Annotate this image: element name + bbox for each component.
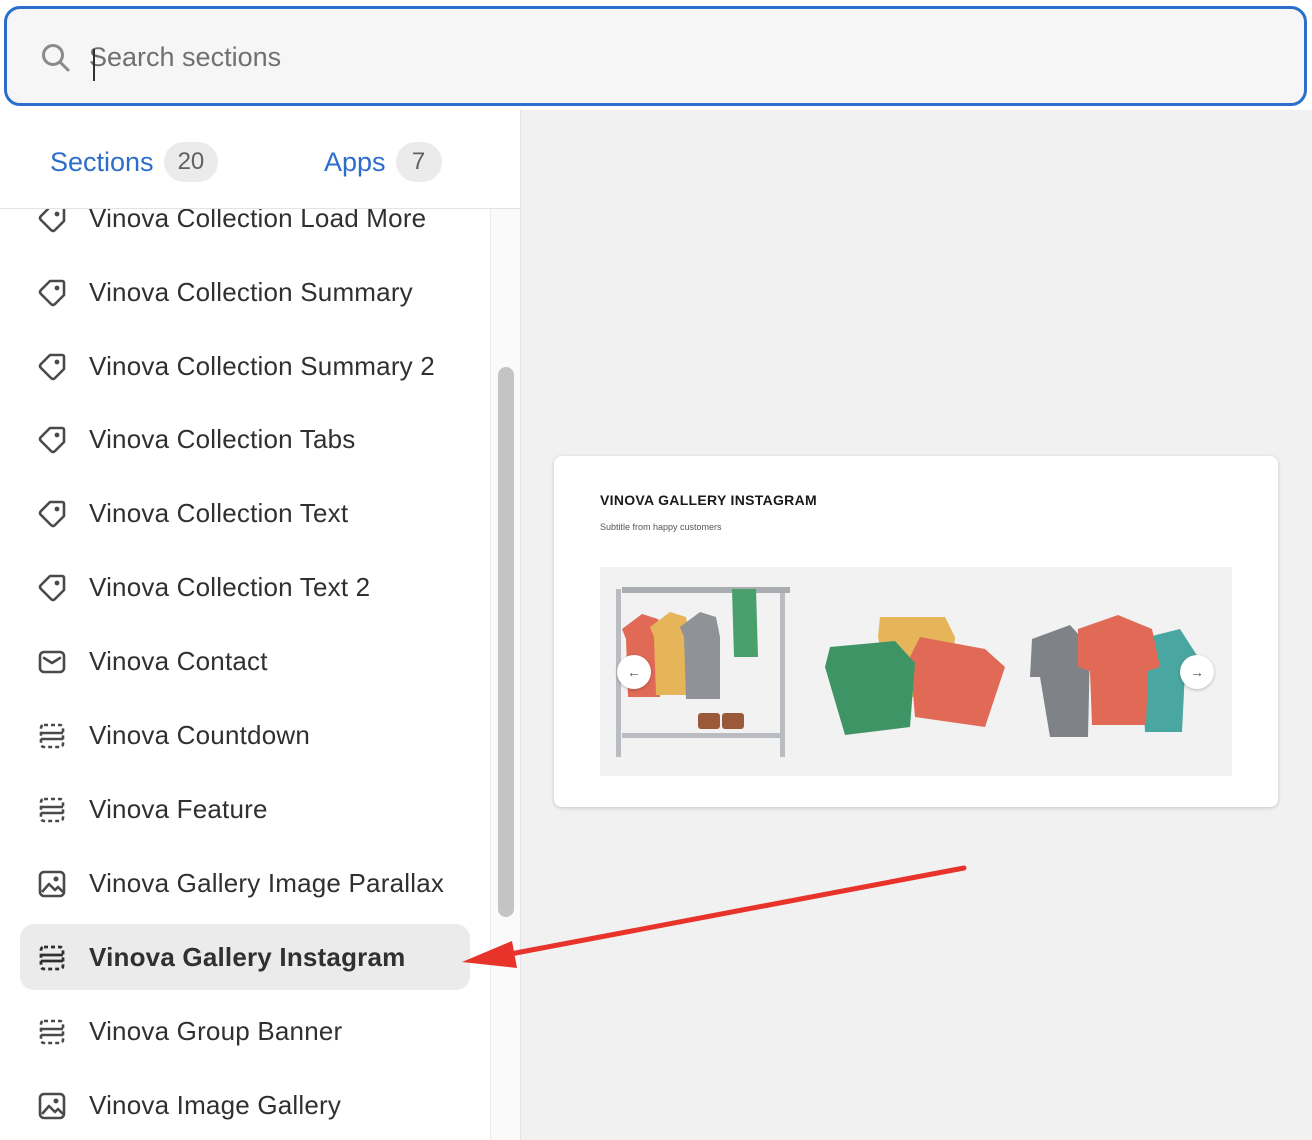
tag-icon bbox=[38, 279, 66, 307]
list-item[interactable]: Vinova Collection Summary bbox=[20, 259, 470, 325]
list-item-label: Vinova Gallery Image Parallax bbox=[89, 867, 445, 898]
list-item[interactable]: Vinova Collection Text 2 bbox=[20, 554, 470, 620]
search-input[interactable] bbox=[89, 35, 1269, 79]
section-dashed-icon bbox=[39, 945, 65, 971]
tab-bar: Sections 20 Apps 7 bbox=[0, 110, 520, 209]
gallery-prev-button[interactable]: ← bbox=[617, 655, 651, 689]
list-item[interactable]: Vinova Gallery Image Parallax bbox=[20, 850, 470, 916]
list-item-label: Vinova Collection Summary bbox=[89, 276, 413, 307]
preview-title: VINOVA GALLERY INSTAGRAM bbox=[600, 492, 817, 508]
tab-sections[interactable]: Sections 20 bbox=[50, 142, 219, 182]
section-preview-card: VINOVA GALLERY INSTAGRAM Subtitle from h… bbox=[554, 456, 1278, 807]
tab-apps[interactable]: Apps 7 bbox=[324, 142, 442, 182]
image-icon bbox=[38, 1092, 66, 1120]
list-item[interactable]: Vinova Collection Summary 2 bbox=[20, 333, 470, 399]
arrow-left-icon: ← bbox=[627, 664, 641, 680]
text-caret bbox=[93, 49, 95, 81]
clothing-illustration bbox=[616, 587, 1198, 757]
list-item-label: Vinova Collection Tabs bbox=[89, 423, 356, 454]
list-item[interactable]: Vinova Collection Tabs bbox=[20, 406, 470, 472]
list-item-label: Vinova Gallery Instagram bbox=[89, 941, 406, 972]
tab-apps-count: 7 bbox=[395, 142, 442, 182]
preview-area: VINOVA GALLERY INSTAGRAM Subtitle from h… bbox=[521, 110, 1312, 1140]
list-item-label: Vinova Collection Text bbox=[89, 497, 349, 528]
list-item-selected[interactable]: Vinova Gallery Instagram bbox=[20, 924, 470, 990]
list-item[interactable]: Vinova Countdown bbox=[20, 702, 470, 768]
folded-shirts-image bbox=[825, 617, 1005, 735]
list-item[interactable]: Vinova Group Banner bbox=[20, 998, 470, 1064]
list-item-label: Vinova Group Banner bbox=[89, 1015, 343, 1046]
list-item-label: Vinova Contact bbox=[89, 645, 268, 676]
search-icon bbox=[42, 44, 70, 72]
scrollbar-thumb[interactable] bbox=[498, 367, 514, 917]
tab-sections-label: Sections bbox=[50, 146, 154, 177]
tag-icon bbox=[38, 353, 66, 381]
list-item-label: Vinova Image Gallery bbox=[89, 1089, 342, 1120]
gallery-next-button[interactable]: → bbox=[1180, 655, 1214, 689]
tag-icon bbox=[38, 426, 66, 454]
preview-subtitle: Subtitle from happy customers bbox=[600, 522, 722, 532]
search-bar[interactable] bbox=[4, 6, 1307, 106]
section-dashed-icon bbox=[39, 1019, 65, 1045]
hanging-shirts-image bbox=[1030, 615, 1198, 737]
list-item-label: Vinova Collection Text 2 bbox=[89, 571, 371, 602]
tag-icon bbox=[38, 574, 66, 602]
list-item-label: Vinova Feature bbox=[89, 793, 268, 824]
list-item[interactable]: Vinova Contact bbox=[20, 628, 470, 694]
section-dashed-icon bbox=[39, 797, 65, 823]
image-icon bbox=[38, 870, 66, 898]
scrollbar-track[interactable] bbox=[490, 209, 520, 1140]
section-picker-panel: Sections 20 Apps 7 Vinova Collection Loa… bbox=[0, 110, 521, 1140]
list-item-label: Vinova Collection Summary 2 bbox=[89, 350, 435, 381]
list-item[interactable]: Vinova Collection Text bbox=[20, 480, 470, 546]
tag-icon bbox=[38, 500, 66, 528]
section-dashed-icon bbox=[39, 723, 65, 749]
envelope-icon bbox=[38, 650, 66, 674]
arrow-right-icon: → bbox=[1190, 664, 1204, 680]
tab-sections-count: 20 bbox=[163, 142, 219, 182]
list-item-label: Vinova Countdown bbox=[89, 719, 310, 750]
tab-apps-label: Apps bbox=[324, 146, 386, 177]
list-item[interactable]: Vinova Image Gallery bbox=[20, 1072, 470, 1138]
preview-gallery: ← → bbox=[600, 567, 1232, 776]
list-item[interactable]: Vinova Feature bbox=[20, 776, 470, 842]
